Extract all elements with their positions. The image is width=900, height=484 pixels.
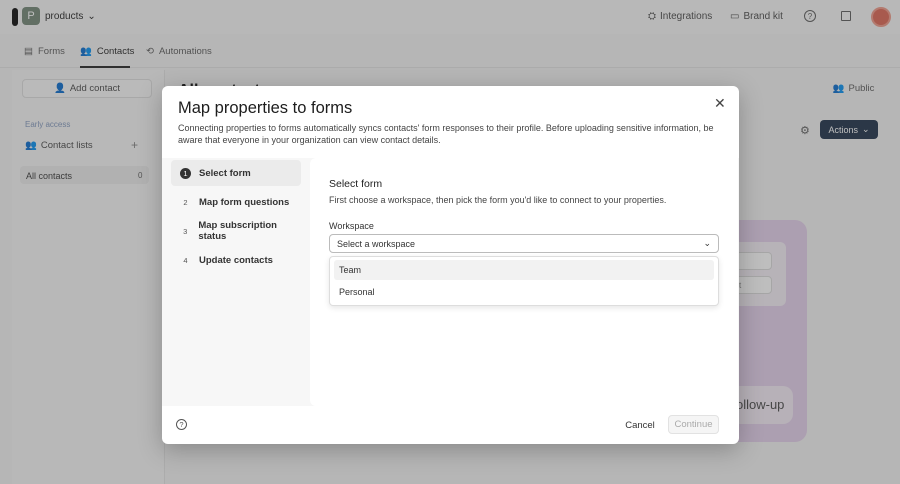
workspace-select[interactable]: Select a workspace ⌄ (329, 234, 719, 253)
chevron-down-icon: ⌄ (703, 238, 711, 248)
step-select-form[interactable]: 1 Select form (171, 160, 301, 186)
step-number: 2 (183, 197, 188, 207)
dropdown-option-personal[interactable]: Personal (334, 282, 714, 302)
step-number: 4 (183, 255, 188, 265)
modal-title: Map properties to forms (178, 99, 353, 117)
step-number: 1 (180, 167, 191, 179)
step-label: Map form questions (199, 196, 290, 208)
step-map-subscription-status[interactable]: 3 Map subscription status (171, 218, 301, 244)
workspace-dropdown: Team Personal (329, 256, 719, 306)
close-icon[interactable]: ✕ (714, 96, 726, 110)
step-update-contacts[interactable]: 4 Update contacts (171, 247, 301, 273)
step-label: Map subscription status (198, 220, 277, 242)
dropdown-option-team[interactable]: Team (334, 260, 714, 280)
step-map-form-questions[interactable]: 2 Map form questions (171, 189, 301, 215)
continue-button[interactable]: Continue (668, 415, 719, 434)
map-properties-modal: Map properties to forms ✕ Connecting pro… (162, 86, 739, 444)
step-label: Select form (199, 167, 251, 179)
select-form-panel: Select form First choose a workspace, th… (310, 158, 738, 406)
step-label: Update contacts (199, 254, 273, 266)
workspace-field-label: Workspace (329, 221, 374, 231)
panel-subtitle: First choose a workspace, then pick the … (329, 195, 667, 205)
modal-description: Connecting properties to forms automatic… (178, 123, 714, 145)
step-number: 3 (183, 226, 188, 236)
panel-title: Select form (329, 178, 383, 190)
step-list: 1 Select form 2 Map form questions 3 Map… (171, 160, 301, 276)
modal-body: 1 Select form 2 Map form questions 3 Map… (162, 158, 739, 406)
workspace-select-value: Select a workspace (337, 238, 416, 249)
cancel-button[interactable]: Cancel (620, 416, 660, 434)
help-icon[interactable]: ? (176, 419, 187, 430)
